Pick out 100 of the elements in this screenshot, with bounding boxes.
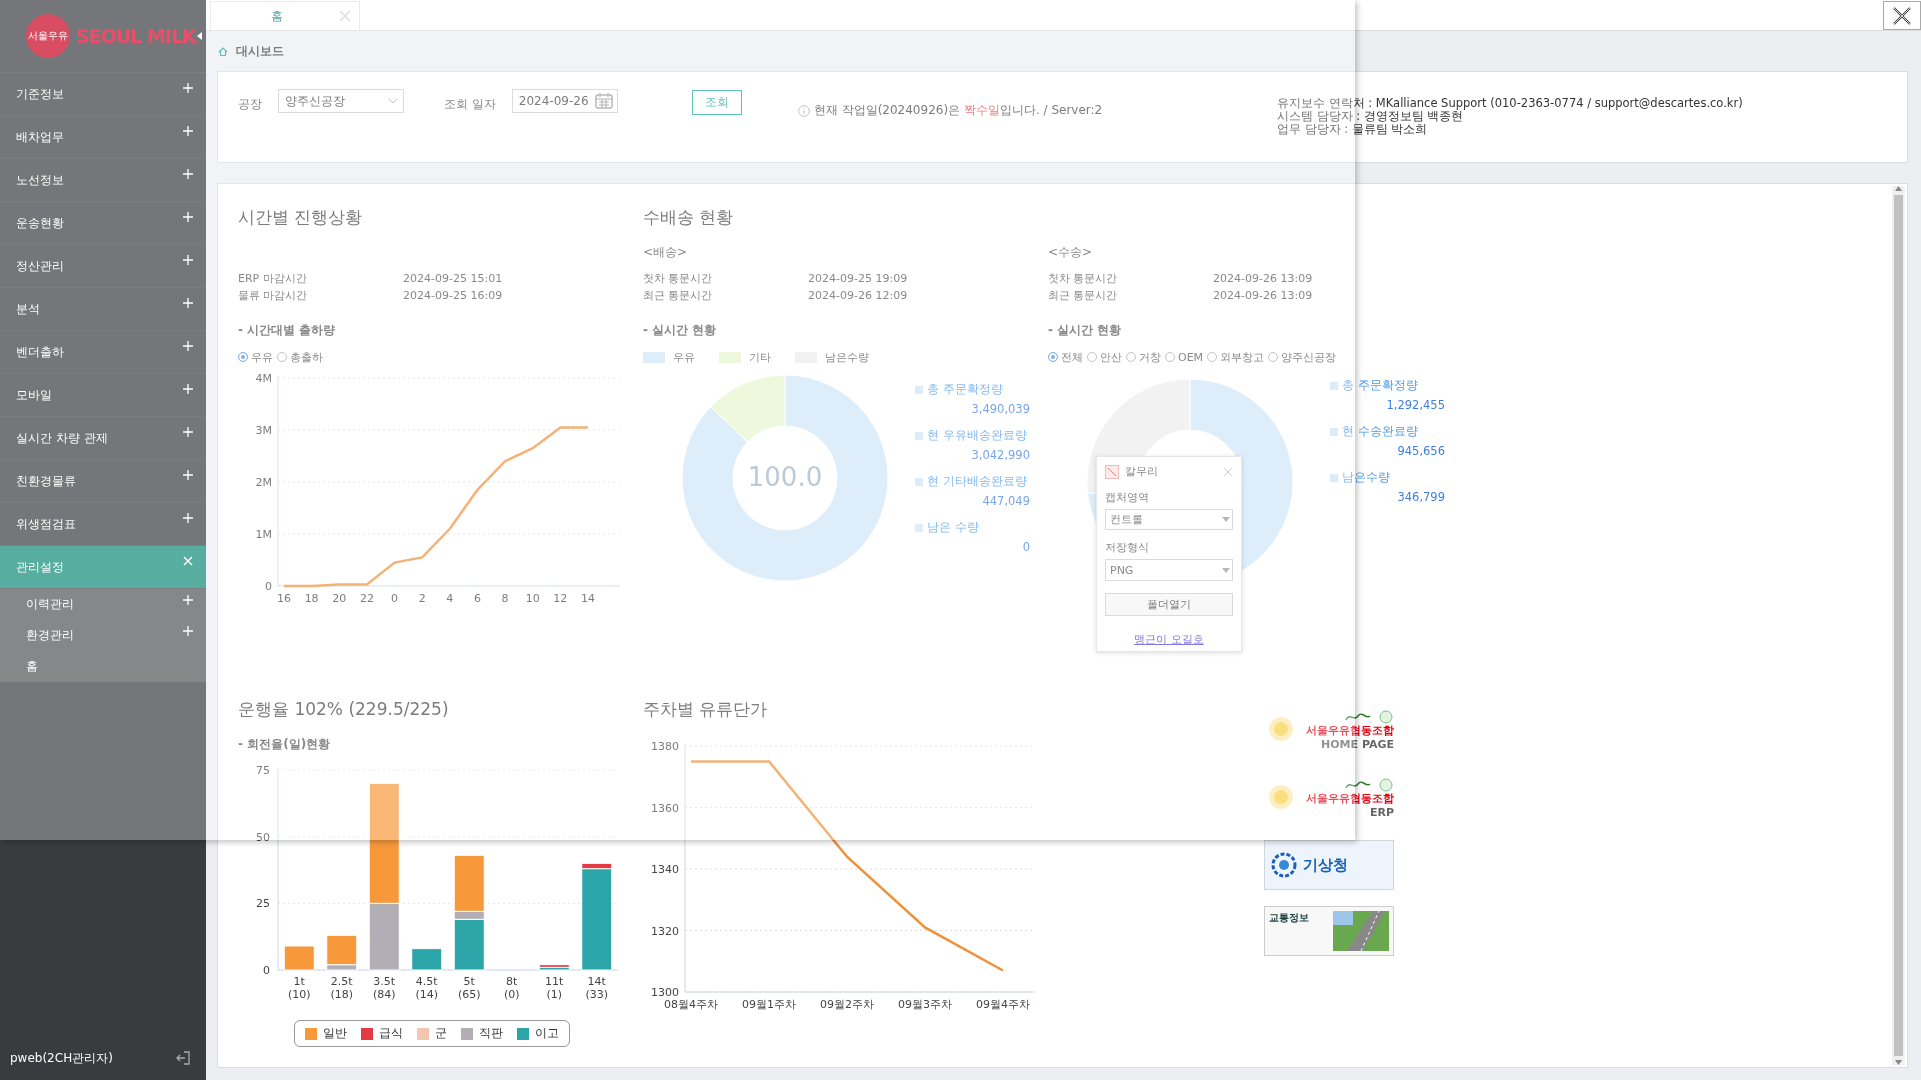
radio-label: 우유 <box>251 349 273 365</box>
scroll-up-icon[interactable] <box>1895 186 1902 191</box>
field-label: 물류 마감시간 <box>238 288 309 304</box>
logout-icon[interactable] <box>176 1051 190 1065</box>
axis-label: 1360 <box>651 801 679 815</box>
logo-label: HOME PAGE <box>1321 737 1394 751</box>
field-label: 최근 통문시간 <box>643 288 714 304</box>
date-field[interactable]: 2024-09-26 <box>511 89 618 113</box>
total-label: 현 수송완료량 <box>1342 424 1418 439</box>
plus-icon[interactable] <box>183 513 193 523</box>
section-title: 시간별 진행상황 <box>238 206 364 229</box>
radio-button[interactable] <box>1087 352 1097 362</box>
plus-icon[interactable] <box>183 212 193 222</box>
axis-label: 5t (65) <box>457 975 481 1001</box>
radio-button[interactable] <box>238 352 248 362</box>
caret-icon <box>1222 517 1230 523</box>
legend-label: 일반 <box>323 1026 347 1041</box>
plus-icon[interactable] <box>183 126 193 136</box>
homepage-logo[interactable]: 서울우유협동조합 HOME PAGE <box>1264 704 1394 756</box>
plus-icon[interactable] <box>183 626 193 636</box>
section-title: 주차별 유류단가 <box>643 698 769 721</box>
homepage-logo[interactable]: 서울우유협동조합 ERP <box>1264 772 1394 824</box>
plus-icon[interactable] <box>183 595 193 605</box>
axis-label: 8 <box>501 592 509 605</box>
radio-button[interactable] <box>1268 352 1279 362</box>
plus-icon[interactable] <box>183 169 193 179</box>
credit-link[interactable]: 맹근이 오길호 <box>1134 632 1204 647</box>
legend-label: 직판 <box>479 1026 503 1041</box>
plus-icon[interactable] <box>183 341 193 351</box>
axis-label: 08월4주차 <box>664 998 718 1011</box>
close-button[interactable] <box>1883 1 1921 30</box>
axis-label: 4.5t (14) <box>415 975 439 1001</box>
total-value: 0 <box>1021 540 1030 554</box>
radio-button[interactable] <box>277 352 287 362</box>
breadcrumb[interactable]: 대시보드 <box>236 42 284 60</box>
scrollbar[interactable] <box>1892 186 1905 1065</box>
page-tab[interactable]: 홈 <box>210 1 360 30</box>
collapse-icon[interactable] <box>197 32 202 40</box>
radio-button[interactable] <box>1048 352 1058 362</box>
radio-button[interactable] <box>1165 352 1175 362</box>
field-label: 공장 <box>238 96 262 113</box>
open-folder-button[interactable]: 폴더열기 <box>1105 592 1233 616</box>
calendar-icon[interactable] <box>594 93 613 109</box>
plant-select[interactable]: 양주신공장 <box>278 89 404 113</box>
menu-item[interactable]: 관리설정 <box>0 546 206 589</box>
axis-label: 75 <box>256 764 270 777</box>
chevron-icon <box>389 98 397 104</box>
radio-button[interactable] <box>1207 352 1218 362</box>
section-title: 운행율 102% (229.5/225) <box>238 698 450 721</box>
menu-item[interactable]: 홈 <box>0 651 206 682</box>
field-value: 2024-09-26 13:09 <box>1213 271 1313 287</box>
field-label: 첫차 통문시간 <box>1048 271 1119 287</box>
plus-icon[interactable] <box>183 384 193 394</box>
menu-item[interactable]: 이력관리 <box>0 589 206 620</box>
radio-button[interactable] <box>1126 352 1136 362</box>
section-subtitle: - 실시간 현황 <box>1048 322 1123 339</box>
scroll-down-icon[interactable] <box>1895 1060 1902 1065</box>
axis-label: 12 <box>553 592 568 605</box>
axis-label: 14t (33) <box>585 975 609 1001</box>
total-value: 447,049 <box>981 494 1030 508</box>
capture-area-select[interactable]: 컨트롤 <box>1105 509 1233 531</box>
plus-icon[interactable] <box>183 470 193 480</box>
axis-label: 2 <box>418 592 426 605</box>
plus-icon[interactable] <box>183 298 193 308</box>
total-value: 1,292,455 <box>1385 398 1445 412</box>
traffic-banner[interactable]: 교통정보 <box>1264 906 1394 956</box>
axis-label: 1M <box>255 528 272 541</box>
axis-label: 2M <box>255 476 272 489</box>
menu-item[interactable]: 환경관리 <box>0 620 206 651</box>
bar-segment <box>411 948 443 971</box>
weather-banner[interactable]: 기상청 <box>1264 840 1394 890</box>
axis-label: 20 <box>332 592 347 605</box>
legend-square-icon <box>1330 381 1338 390</box>
close-icon[interactable] <box>1892 5 1912 26</box>
radio-label: 양주신공장 <box>1281 349 1337 365</box>
axis-label: 8t (0) <box>503 975 520 1001</box>
total-label: 현 기타배송완료량 <box>927 474 1027 489</box>
format-select[interactable]: PNG <box>1105 559 1233 581</box>
org-name: 서울우유협동조합 <box>1306 723 1394 738</box>
radio-label: 전체 <box>1061 349 1083 365</box>
field-value: 2024-09-26 12:09 <box>808 288 908 304</box>
logo-text: SEOUL MILK <box>76 25 196 47</box>
road-drawing <box>1333 911 1389 951</box>
axis-label: 11t (1) <box>545 975 564 1001</box>
bar-segment <box>283 945 315 971</box>
user-name: pweb(2CH관리자) <box>10 1049 113 1067</box>
field-value: 2024-09-26 13:09 <box>1213 288 1313 304</box>
total-label: 총 주문확정량 <box>927 382 1003 397</box>
axis-label: 2.5t (18) <box>330 975 354 1001</box>
info-icon <box>797 104 810 117</box>
field-value: 2024-09-25 15:01 <box>403 271 503 287</box>
axis-label: 1t (10) <box>287 975 311 1001</box>
contact-line: 유지보수 연락처 : MKalliance Support (010-2363-0774 / support@descartes.co.kr) <box>1277 97 1744 110</box>
axis-label: 18 <box>304 592 319 605</box>
plus-icon[interactable] <box>183 427 193 437</box>
section-heading: <수송> <box>1048 244 1094 261</box>
plus-icon[interactable] <box>183 255 193 265</box>
donut-center-value: 100.0 <box>746 462 824 492</box>
legend-label: 우유 <box>673 349 695 365</box>
plus-icon[interactable] <box>183 83 193 93</box>
